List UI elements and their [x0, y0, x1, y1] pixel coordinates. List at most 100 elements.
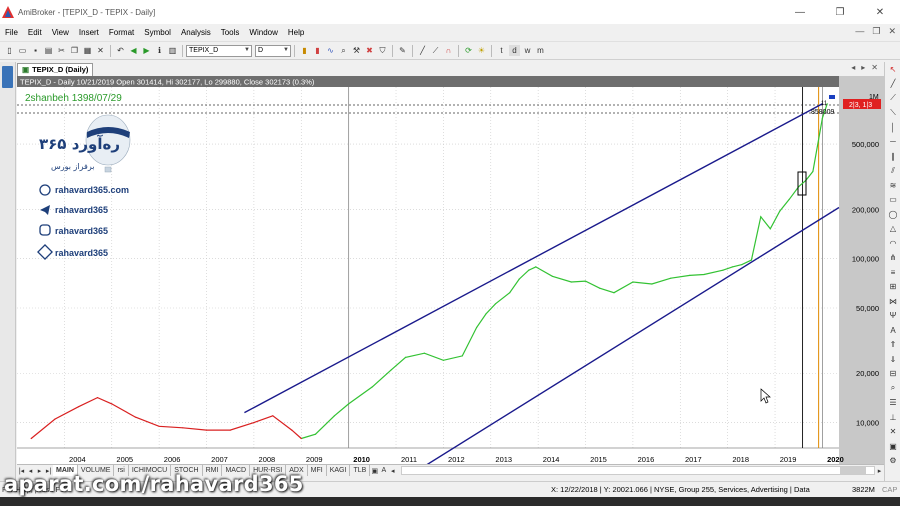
undo-icon[interactable]: ↶	[115, 45, 126, 56]
arrow-down-icon[interactable]: ⇓	[885, 352, 900, 367]
tool-icon[interactable]: ✖	[364, 45, 375, 56]
menu-view[interactable]: View	[47, 28, 74, 37]
draw-color-icon[interactable]: ✎	[397, 45, 408, 56]
interval-weekly-icon[interactable]: w	[522, 45, 533, 56]
chart-tab[interactable]: ▣ TEPIX_D (Daily)	[17, 62, 94, 76]
vertical-line-icon[interactable]: │	[885, 120, 900, 135]
gann-icon[interactable]: ⊞	[885, 280, 900, 295]
triangle-tool-icon[interactable]: △	[885, 222, 900, 237]
back-icon[interactable]: ◀	[128, 45, 139, 56]
y-tick-label: 20,000	[856, 369, 879, 378]
zoom-icon[interactable]: ⌕	[338, 45, 349, 56]
open-icon[interactable]: ▭	[17, 45, 28, 56]
refresh-icon[interactable]: ⟳	[463, 45, 474, 56]
hammer-icon[interactable]: ⚒	[351, 45, 362, 56]
menu-file[interactable]: File	[0, 28, 23, 37]
trendline-tool-icon[interactable]: ╱	[885, 77, 900, 92]
doc-minimize-button[interactable]: —	[855, 26, 864, 37]
cut-icon[interactable]: ✂	[56, 45, 67, 56]
chart-next-icon[interactable]: ▸	[861, 63, 865, 72]
x-tick-label: 2018	[732, 455, 749, 464]
forward-icon[interactable]: ▶	[141, 45, 152, 56]
menu-help[interactable]: Help	[283, 28, 309, 37]
fib-fan-icon[interactable]: ⋔	[885, 251, 900, 266]
menu-format[interactable]: Format	[104, 28, 139, 37]
dock-tab[interactable]	[2, 66, 13, 88]
sheet-tab-kagi[interactable]: KAGI	[327, 465, 351, 476]
line-tool-icon[interactable]: ╱	[417, 45, 428, 56]
interval-tick-icon[interactable]: t	[496, 45, 507, 56]
sheet-lock-icon[interactable]: ▣	[370, 467, 379, 475]
menu-insert[interactable]: Insert	[74, 28, 104, 37]
minimize-button[interactable]: —	[780, 0, 820, 24]
regression-icon[interactable]: ≋	[885, 178, 900, 193]
line-chart-icon[interactable]: ∿	[325, 45, 336, 56]
ray-tool-icon[interactable]: ⟋	[885, 91, 900, 106]
print-icon[interactable]: ▤	[43, 45, 54, 56]
fib-retrace-icon[interactable]: ≡	[885, 265, 900, 280]
parallel-lines-icon[interactable]: ∥	[885, 149, 900, 164]
delete-drawing-icon[interactable]: ✕	[885, 425, 900, 440]
interval-daily-icon[interactable]: d	[509, 45, 520, 56]
x-tick-label: 2020	[827, 455, 844, 464]
copy-icon[interactable]: ❐	[69, 45, 80, 56]
arc-tool-icon[interactable]: ◠	[885, 236, 900, 251]
menu-analysis[interactable]: Analysis	[176, 28, 216, 37]
price-point	[528, 269, 530, 271]
price-point	[613, 292, 615, 294]
x-tick-label: 2012	[448, 455, 465, 464]
cycle-icon[interactable]: ⋈	[885, 294, 900, 309]
menu-tools[interactable]: Tools	[216, 28, 245, 37]
sheet-tab-tlb[interactable]: TLB	[350, 465, 371, 476]
paste-icon[interactable]: ▦	[82, 45, 93, 56]
settings-icon[interactable]: ⚙	[885, 454, 900, 469]
horizontal-line-icon[interactable]: ─	[885, 135, 900, 150]
zoom-tool-icon[interactable]: ⌕	[885, 381, 900, 396]
save-icon[interactable]: ▪	[30, 45, 41, 56]
filter-icon[interactable]: ⛉	[377, 45, 388, 56]
bar-chart-icon[interactable]: ▮	[299, 45, 310, 56]
chevron-down-icon: ▼	[244, 46, 250, 53]
info-icon[interactable]: ℹ	[154, 45, 165, 56]
candle-chart-icon[interactable]: ▮	[312, 45, 323, 56]
y-tick-label: 50,000	[856, 304, 879, 313]
menu-edit[interactable]: Edit	[23, 28, 47, 37]
scroll-right-icon[interactable]: ▸	[875, 467, 884, 475]
grid-icon[interactable]: ⊟	[885, 367, 900, 382]
horizontal-scrollbar[interactable]	[401, 466, 875, 475]
interval-combo[interactable]: D ▼	[255, 44, 291, 57]
scroll-left-icon[interactable]: ◂	[388, 467, 397, 475]
measure-icon[interactable]: ⊥	[885, 410, 900, 425]
sheet-tab-mfi[interactable]: MFI	[308, 465, 327, 476]
magnet-icon[interactable]: ∩	[443, 45, 454, 56]
sheet-as-icon[interactable]: A	[379, 467, 388, 474]
menu-window[interactable]: Window	[244, 28, 282, 37]
pitchfork-icon[interactable]: Ψ	[885, 309, 900, 324]
interval-monthly-icon[interactable]: m	[535, 45, 546, 56]
delete-icon[interactable]: ✕	[95, 45, 106, 56]
arrow-up-icon[interactable]: ⇑	[885, 338, 900, 353]
price-point	[300, 437, 302, 440]
chart-close-icon[interactable]: ✕	[871, 63, 878, 72]
layout-icon[interactable]: ▥	[167, 45, 178, 56]
doc-close-button[interactable]: ✕	[888, 26, 896, 37]
price-chart[interactable]: 10,00020,00050,000100,000200,000500,000 …	[17, 76, 884, 464]
text-tool-icon[interactable]: A	[885, 323, 900, 338]
sun-icon[interactable]: ☀	[476, 45, 487, 56]
ellipse-tool-icon[interactable]: ◯	[885, 207, 900, 222]
ray-tool-icon[interactable]: ⟋	[430, 45, 441, 56]
close-button[interactable]: ✕	[860, 0, 900, 24]
doc-restore-button[interactable]: ❐	[872, 26, 880, 37]
symbol-combo[interactable]: TEPIX_D ▼	[186, 44, 252, 57]
hand-icon[interactable]: ☰	[885, 396, 900, 411]
lock-icon[interactable]: ▣	[885, 439, 900, 454]
extended-line-icon[interactable]: ⟍	[885, 106, 900, 121]
new-icon[interactable]: ▯	[4, 45, 15, 56]
rectangle-tool-icon[interactable]: ▭	[885, 193, 900, 208]
menu-symbol[interactable]: Symbol	[139, 28, 176, 37]
scrollbar-thumb[interactable]	[840, 467, 866, 474]
select-tool-icon[interactable]: ↖	[885, 62, 900, 77]
chart-prev-icon[interactable]: ◂	[851, 63, 855, 72]
channel-tool-icon[interactable]: ⫽	[885, 164, 900, 179]
restore-button[interactable]: ❐	[820, 0, 860, 24]
